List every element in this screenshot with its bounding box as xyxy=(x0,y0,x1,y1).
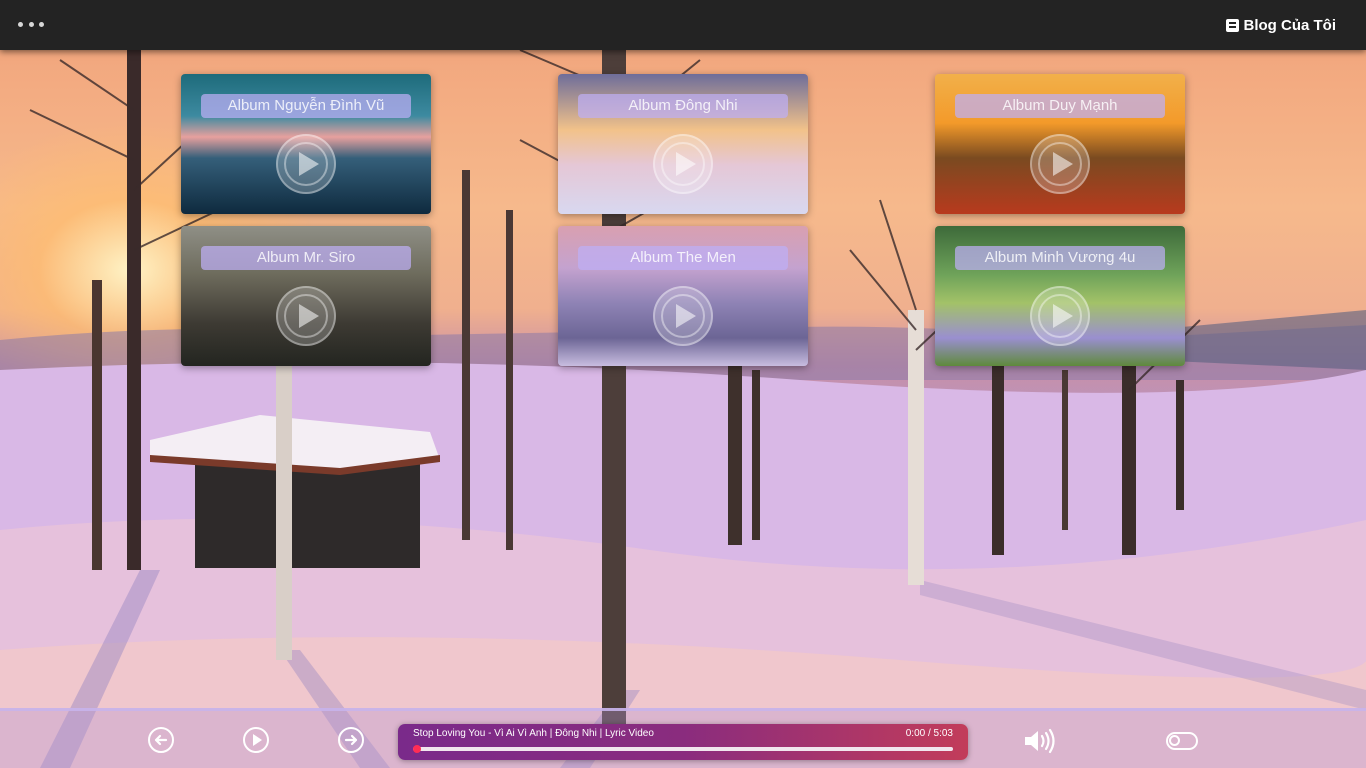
play-icon[interactable] xyxy=(276,286,336,346)
now-playing: Stop Loving You - Vì Ai Vì Anh | Đông Nh… xyxy=(398,724,968,760)
album-title: Album Mr. Siro xyxy=(201,246,411,270)
play-icon[interactable] xyxy=(276,134,336,194)
blogger-icon xyxy=(1225,19,1239,32)
album-card[interactable]: Album Duy Mạnh xyxy=(935,74,1185,214)
arrow-left-glyph xyxy=(154,734,168,746)
volume-glyph xyxy=(1025,728,1055,754)
album-title: Album Duy Mạnh xyxy=(955,94,1165,118)
volume-high-icon[interactable] xyxy=(1023,727,1057,755)
album-card[interactable]: Album Mr. Siro xyxy=(181,226,431,366)
toggle-icon[interactable] xyxy=(1166,732,1198,750)
arrow-left-icon[interactable] xyxy=(148,727,174,753)
arrow-right-glyph xyxy=(344,734,358,746)
album-title: Album The Men xyxy=(578,246,788,270)
play-icon[interactable] xyxy=(653,134,713,194)
toggle-knob xyxy=(1169,735,1180,746)
play-icon[interactable] xyxy=(653,286,713,346)
menu-dot xyxy=(18,21,23,27)
menu-dot xyxy=(28,21,34,27)
track-time: 0:00 / 5:03 xyxy=(905,728,953,739)
album-title: Album Đông Nhi xyxy=(578,94,788,118)
album-card[interactable]: Album Nguyễn Đình Vũ xyxy=(181,74,431,214)
arrow-right-icon[interactable] xyxy=(338,727,364,753)
play-icon[interactable] xyxy=(243,727,269,753)
album-card[interactable]: Album The Men xyxy=(558,226,808,366)
album-title: Album Nguyễn Đình Vũ xyxy=(201,94,411,118)
menu-dot xyxy=(39,21,44,27)
player-bar: Stop Loving You - Vì Ai Vì Anh | Đông Nh… xyxy=(0,708,1366,768)
blog-link-label: Blog Của Tôi xyxy=(1243,17,1337,34)
album-title: Album Minh Vương 4u xyxy=(955,246,1165,270)
album-card[interactable]: Album Minh Vương 4u xyxy=(935,226,1185,366)
progress-knob[interactable] xyxy=(413,745,421,753)
top-bar: Blog Của Tôi xyxy=(0,0,1366,50)
play-icon[interactable] xyxy=(1030,134,1090,194)
more-dots-icon[interactable] xyxy=(18,14,44,34)
blog-link[interactable]: Blog Của Tôi xyxy=(1225,17,1337,34)
play-glyph xyxy=(253,734,262,746)
progress-bar[interactable] xyxy=(413,745,953,753)
play-icon[interactable] xyxy=(1030,286,1090,346)
album-card[interactable]: Album Đông Nhi xyxy=(558,74,808,214)
track-title: Stop Loving You - Vì Ai Vì Anh | Đông Nh… xyxy=(413,728,654,739)
